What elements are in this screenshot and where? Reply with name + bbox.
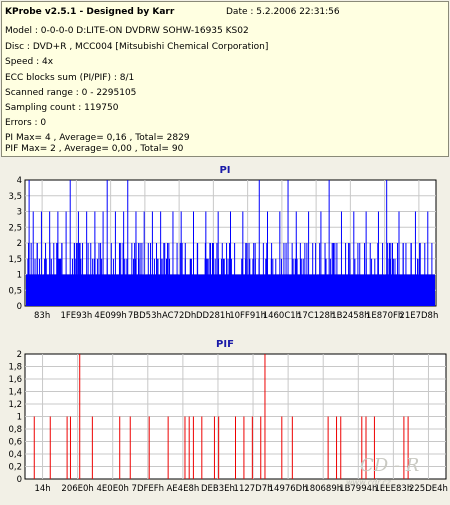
x-tick-label: DD281h — [196, 311, 231, 321]
y-tick-label: 2,5 — [8, 223, 22, 233]
x-tick-label: 14976Dh — [269, 484, 308, 494]
pi-panel: PI 0 0,5 1 1,5 2 2,5 3 3,5 4 83h 1FE93h 4E099h 7BD53… — [0, 158, 450, 328]
x-tick-label: 1460C1h — [263, 311, 301, 321]
info-panel: KProbe v2.5.1 - Designed by Karr Date : … — [1, 1, 449, 157]
y-tick-label: 0,5 — [8, 286, 22, 296]
y-tick-label: 1,6 — [8, 375, 22, 385]
y-tick-label: 0 — [17, 302, 22, 312]
x-tick-label: 83h — [34, 311, 50, 321]
x-tick-label: 10FF91h — [229, 311, 266, 321]
x-tick-label: 21E7D8h — [399, 311, 438, 321]
y-tick-label: 0 — [17, 475, 22, 485]
info-range: Scanned range : 0 - 2295105 — [5, 88, 137, 98]
app-title: KProbe v2.5.1 - Designed by Karr — [5, 7, 175, 17]
y-tick-label: 4 — [17, 176, 22, 186]
y-tick-label: 1,8 — [8, 363, 22, 373]
scan-date: Date : 5.2.2006 22:31:56 — [226, 7, 340, 17]
info-ecc: ECC blocks sum (PI/PIF) : 8/1 — [5, 73, 135, 83]
x-tick-label: 1E870Fh — [366, 311, 403, 321]
info-errors: Errors : 0 — [5, 118, 47, 128]
x-tick-label: 14h — [34, 484, 50, 494]
y-tick-label: 2 — [17, 350, 22, 360]
watermark-logo: CD - R — [360, 455, 420, 476]
y-tick-label: 2 — [17, 239, 22, 249]
info-pi-stats: PI Max= 4 , Average= 0,16 , Total= 2829 — [5, 133, 190, 143]
y-tick-label: 0,4 — [8, 450, 22, 460]
x-tick-label: 17C128h — [297, 311, 335, 321]
y-tick-label: 1 — [17, 413, 22, 423]
x-tick-label: AC72Dh — [162, 311, 196, 321]
x-tick-label: 4E0E0h — [97, 484, 129, 494]
x-tick-label: 206E0h — [61, 484, 93, 494]
y-tick-label: 1 — [17, 271, 22, 281]
x-tick-label: AE4E8h — [166, 484, 199, 494]
x-tick-label: 7BD53h — [128, 311, 162, 321]
x-tick-label: 1127D7h — [234, 484, 273, 494]
info-speed: Speed : 4x — [5, 57, 54, 67]
x-tick-label: 7DFEFh — [132, 484, 165, 494]
y-tick-label: 1,2 — [8, 400, 22, 410]
pi-chart: 0 0,5 1 1,5 2 2,5 3 3,5 4 83h 1FE93h 4E099h 7BD53h AC… — [8, 176, 438, 321]
info-pif-stats: PIF Max= 2 , Average= 0,00 , Total= 90 — [5, 144, 184, 154]
info-model: Model : 0-0-0-0 D:LITE-ON DVDRW SOHW-169… — [5, 26, 249, 36]
y-tick-label: 3 — [17, 208, 22, 218]
x-tick-label: DEB3Eh — [201, 484, 235, 494]
info-sampling: Sampling count : 119750 — [5, 103, 119, 113]
x-tick-label: 1FE93h — [60, 311, 92, 321]
y-tick-label: 0,6 — [8, 438, 22, 448]
y-tick-label: 0,2 — [8, 463, 22, 473]
watermark-url: www.cdr.cz — [346, 478, 391, 487]
x-tick-label: 180689h — [304, 484, 342, 494]
x-tick-label: 225DE4h — [409, 484, 448, 494]
y-tick-label: 1,5 — [8, 255, 22, 265]
y-tick-label: 1,4 — [8, 388, 22, 398]
y-tick-label: 3,5 — [8, 192, 22, 202]
x-tick-label: 4E099h — [94, 311, 126, 321]
y-tick-label: 0,8 — [8, 425, 22, 435]
x-tick-label: 1B2458h — [331, 311, 369, 321]
info-disc: Disc : DVD+R , MCC004 [Mitsubishi Chemic… — [5, 42, 269, 52]
